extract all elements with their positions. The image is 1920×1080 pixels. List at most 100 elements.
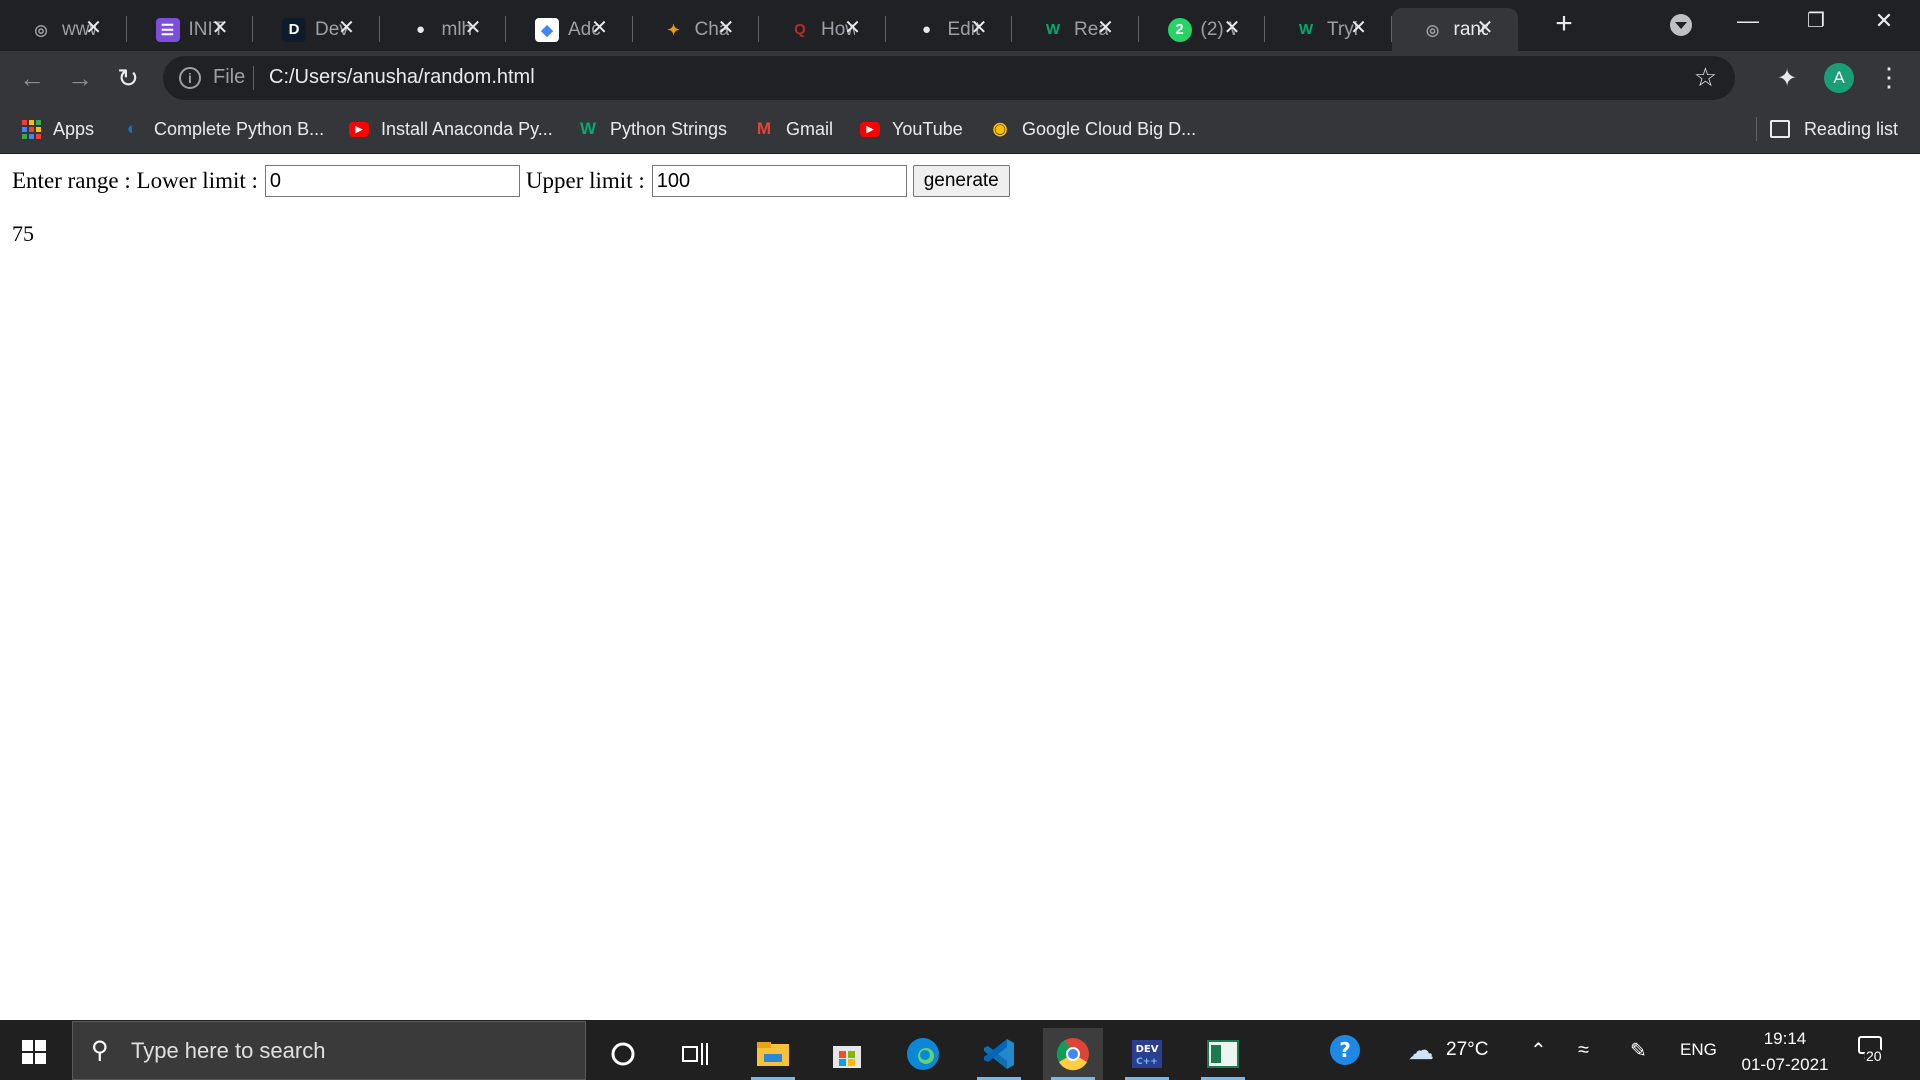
close-tab-icon[interactable]: ✕ <box>1221 17 1243 39</box>
pen-icon[interactable]: ✎ <box>1630 1020 1647 1080</box>
bookmark-item[interactable]: Apps <box>22 115 94 143</box>
address-url[interactable]: C:/Users/anusha/random.html <box>269 66 535 89</box>
bookmark-item[interactable]: M Gmail <box>754 115 833 143</box>
bookmark-label: YouTube <box>892 118 963 139</box>
extensions-puzzle-icon[interactable]: ✦ <box>1777 64 1797 93</box>
reload-button[interactable]: ↻ <box>112 62 144 94</box>
dev-cpp-icon[interactable]: DEV C++ <box>1117 1028 1177 1080</box>
microsoft-store-icon[interactable] <box>817 1028 877 1080</box>
youtube-icon: ▶ <box>349 121 369 137</box>
site-info-icon[interactable]: i <box>179 67 201 89</box>
chrome-icon[interactable] <box>1043 1028 1103 1080</box>
bookmarks-bar: Apps ◐ Complete Python B... ▶ Install Anacon… <box>0 105 1920 154</box>
close-tab-icon[interactable]: ✕ <box>83 17 105 39</box>
bookmark-star-icon[interactable]: ☆ <box>1694 62 1717 93</box>
file-explorer-icon[interactable] <box>743 1028 803 1080</box>
svg-text:?: ? <box>1339 1038 1351 1062</box>
new-tab-button[interactable]: + <box>1549 9 1579 40</box>
address-divider <box>253 66 254 90</box>
browser-tab[interactable]: ☰ INIT ✕ <box>127 8 253 51</box>
youtube-icon: ▶ <box>860 121 880 137</box>
browser-toolbar: ← → ↻ i File C:/Users/anusha/random.html… <box>0 51 1920 105</box>
close-tab-icon[interactable]: ✕ <box>1474 17 1496 39</box>
cortana-icon[interactable] <box>593 1028 653 1080</box>
browser-tab[interactable]: ● mlh ✕ <box>380 8 506 51</box>
vscode-icon[interactable] <box>969 1028 1029 1080</box>
chevron-up-icon[interactable]: ⌃ <box>1530 1020 1547 1080</box>
address-scheme-label: File <box>213 66 246 88</box>
clock-date: 01-07-2021 <box>1741 1055 1829 1074</box>
tab-search-icon[interactable] <box>1670 14 1692 36</box>
reading-list-label: Reading list <box>1803 118 1898 139</box>
weather-temperature: 27°C <box>1446 1039 1489 1060</box>
close-tab-icon[interactable]: ✕ <box>336 17 358 39</box>
browser-tab[interactable]: D Dev ✕ <box>253 8 380 51</box>
close-tab-icon[interactable]: ✕ <box>462 17 484 39</box>
help-icon[interactable]: ? <box>1328 1020 1364 1080</box>
close-tab-icon[interactable]: ✕ <box>842 17 864 39</box>
browser-menu-icon[interactable]: ⋮ <box>1876 61 1902 93</box>
weather-widget[interactable]: ☁ 27°C <box>1408 1020 1488 1080</box>
browser-tab[interactable]: W Tryi ✕ <box>1265 8 1392 51</box>
browser-tab[interactable]: ◎ rand ✕ <box>1391 8 1518 51</box>
lower-limit-input[interactable] <box>264 165 520 197</box>
close-window-icon[interactable]: ✕ <box>1864 6 1904 36</box>
bookmarks-divider <box>1756 117 1757 141</box>
browser-tab[interactable]: Q How ✕ <box>759 8 886 51</box>
restore-icon[interactable]: ❐ <box>1796 6 1836 36</box>
close-tab-icon[interactable]: ✕ <box>968 17 990 39</box>
browser-tab[interactable]: ● Edit ✕ <box>886 8 1012 51</box>
windows-start-button[interactable] <box>22 1040 46 1064</box>
list-icon: ☰ <box>155 17 180 42</box>
back-button[interactable]: ← <box>16 62 48 94</box>
bookmark-label: Complete Python B... <box>154 118 325 139</box>
browser-tab[interactable]: ◆ Adc ✕ <box>506 8 633 51</box>
bookmark-item[interactable]: ▶ YouTube <box>860 115 963 143</box>
lower-limit-label: Enter range : Lower limit : <box>12 168 258 193</box>
profile-avatar[interactable]: A <box>1824 63 1854 93</box>
browser-tab[interactable]: W Rea ✕ <box>1012 8 1139 51</box>
google-cloud-icon: ◉ <box>992 119 1008 138</box>
wand-icon: ✦ <box>667 21 680 39</box>
browser-tab[interactable]: ◎www✕ <box>0 8 127 51</box>
dev-letter-icon: D <box>282 17 306 42</box>
upper-limit-label: Upper limit : <box>525 168 645 193</box>
close-tab-icon[interactable]: ✕ <box>715 17 737 39</box>
close-tab-icon[interactable]: ✕ <box>1095 17 1117 39</box>
forward-button[interactable]: → <box>64 62 96 94</box>
close-tab-icon[interactable]: ✕ <box>209 17 231 39</box>
upper-limit-input[interactable] <box>651 165 907 197</box>
bookmark-label: Google Cloud Big D... <box>1022 118 1197 139</box>
edge-browser-icon[interactable] <box>893 1028 953 1080</box>
apps-grid-icon <box>22 119 41 139</box>
generate-button[interactable]: generate <box>912 165 1010 197</box>
taskbar-clock[interactable]: 19:14 01-07-2021 <box>1730 1026 1840 1078</box>
bookmark-item[interactable]: ▶ Install Anaconda Py... <box>349 115 553 143</box>
bookmark-label: Python Strings <box>610 118 728 139</box>
minimize-icon[interactable]: — <box>1728 6 1768 36</box>
bookmark-item[interactable]: ◐ Complete Python B... <box>122 115 324 143</box>
reading-list-button[interactable]: Reading list <box>1769 115 1898 143</box>
bookmark-item[interactable]: W Python Strings <box>578 115 727 143</box>
globe-icon: ◎ <box>1425 21 1440 39</box>
close-tab-icon[interactable]: ✕ <box>589 17 611 39</box>
bookmark-item[interactable]: ◉ Google Cloud Big D... <box>990 115 1197 143</box>
search-icon: ⚲ <box>91 1037 109 1064</box>
globe-icon: ◎ <box>34 21 48 39</box>
wifi-icon[interactable]: ≈ <box>1578 1020 1589 1080</box>
taskbar-search-box[interactable]: ⚲ Type here to search <box>72 1021 586 1080</box>
language-indicator[interactable]: ENG <box>1680 1020 1717 1080</box>
browser-tab[interactable]: ✦ Cha ✕ <box>633 8 759 51</box>
w3-icon: W <box>579 119 597 138</box>
clock-time: 19:14 <box>1763 1029 1807 1048</box>
close-tab-icon[interactable]: ✕ <box>1348 17 1370 39</box>
notification-center-icon[interactable]: 20 <box>1856 1034 1886 1064</box>
task-view-icon[interactable] <box>665 1028 725 1080</box>
reading-list-icon <box>1769 120 1790 138</box>
browser-tab[interactable]: 2(2) W✕ <box>1139 8 1265 51</box>
svg-text:C++: C++ <box>1136 1057 1158 1067</box>
bookmark-label: Apps <box>53 118 95 139</box>
notepad-app-icon[interactable] <box>1193 1028 1253 1080</box>
address-bar[interactable]: i File C:/Users/anusha/random.html ☆ <box>163 56 1735 100</box>
range-form: Enter range : Lower limit : Upper limit … <box>12 165 1010 197</box>
